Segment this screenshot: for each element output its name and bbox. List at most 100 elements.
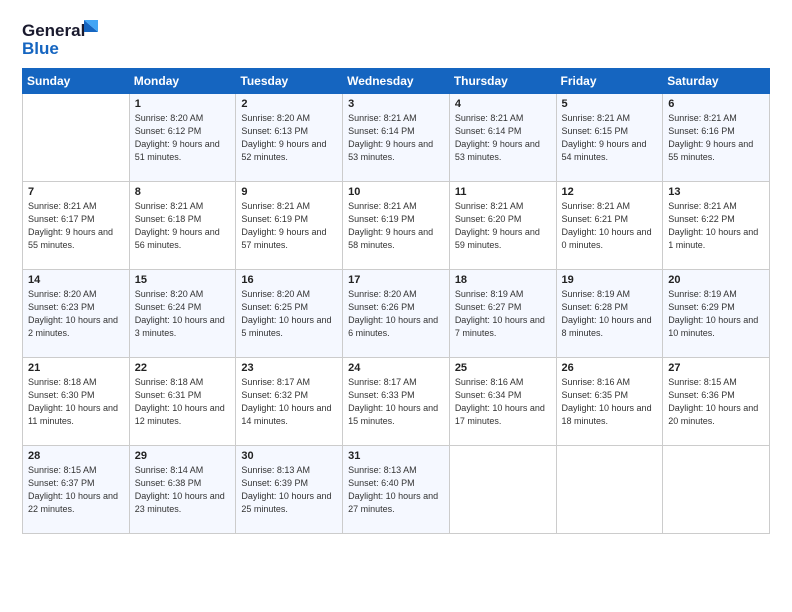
- day-number: 3: [348, 98, 444, 110]
- day-cell: 9Sunrise: 8:21 AM Sunset: 6:19 PM Daylig…: [236, 182, 343, 270]
- day-info: Sunrise: 8:21 AM Sunset: 6:20 PM Dayligh…: [455, 200, 551, 252]
- day-cell: 5 Sunrise: 8:21 AM Sunset: 6:15 PM Daylig…: [556, 94, 663, 182]
- day-info: Sunrise: 8:14 AM Sunset: 6:38 PM Dayligh…: [135, 464, 231, 516]
- day-info: Sunrise: 8:19 AM Sunset: 6:29 PM Dayligh…: [668, 288, 764, 340]
- day-number: 21: [28, 362, 124, 374]
- day-number: 1: [135, 98, 231, 110]
- day-number: 15: [135, 274, 231, 286]
- day-number: 8: [135, 186, 231, 198]
- day-info: Sunrise: 8:19 AM Sunset: 6:28 PM Dayligh…: [562, 288, 658, 340]
- day-cell: [663, 446, 770, 534]
- day-number: 11: [455, 186, 551, 198]
- header-cell-wednesday: Wednesday: [343, 69, 450, 94]
- day-cell: 4 Sunrise: 8:21 AM Sunset: 6:14 PM Daylig…: [449, 94, 556, 182]
- header-cell-monday: Monday: [129, 69, 236, 94]
- day-cell: 11 Sunrise: 8:21 AM Sunset: 6:20 PM Dayli…: [449, 182, 556, 270]
- day-info: Sunrise: 8:21 AM Sunset: 6:15 PM Dayligh…: [562, 112, 658, 164]
- day-info: Sunrise: 8:19 AM Sunset: 6:27 PM Dayligh…: [455, 288, 551, 340]
- day-number: 6: [668, 98, 764, 110]
- day-info: Sunrise: 8:13 AM Sunset: 6:40 PM Dayligh…: [348, 464, 444, 516]
- day-cell: 7Sunrise: 8:21 AM Sunset: 6:17 PM Daylig…: [23, 182, 130, 270]
- svg-text:Blue: Blue: [22, 39, 59, 58]
- day-number: 13: [668, 186, 764, 198]
- day-cell: 23 Sunrise: 8:17 AM Sunset: 6:32 PM Dayli…: [236, 358, 343, 446]
- day-cell: 10Sunrise: 8:21 AM Sunset: 6:19 PM Dayli…: [343, 182, 450, 270]
- day-cell: 21 Sunrise: 8:18 AM Sunset: 6:30 PM Dayli…: [23, 358, 130, 446]
- header-cell-thursday: Thursday: [449, 69, 556, 94]
- day-number: 30: [241, 450, 337, 462]
- day-number: 14: [28, 274, 124, 286]
- day-cell: 24 Sunrise: 8:17 AM Sunset: 6:33 PM Dayli…: [343, 358, 450, 446]
- day-info: Sunrise: 8:21 AM Sunset: 6:16 PM Dayligh…: [668, 112, 764, 164]
- day-info: Sunrise: 8:17 AM Sunset: 6:33 PM Dayligh…: [348, 376, 444, 428]
- header-cell-tuesday: Tuesday: [236, 69, 343, 94]
- day-cell: 20 Sunrise: 8:19 AM Sunset: 6:29 PM Dayli…: [663, 270, 770, 358]
- day-cell: 26Sunrise: 8:16 AM Sunset: 6:35 PM Dayli…: [556, 358, 663, 446]
- day-cell: 14Sunrise: 8:20 AM Sunset: 6:23 PM Dayli…: [23, 270, 130, 358]
- day-number: 28: [28, 450, 124, 462]
- logo: GeneralBlue: [22, 18, 102, 58]
- day-cell: [556, 446, 663, 534]
- day-number: 19: [562, 274, 658, 286]
- day-number: 20: [668, 274, 764, 286]
- day-info: Sunrise: 8:15 AM Sunset: 6:37 PM Dayligh…: [28, 464, 124, 516]
- day-number: 16: [241, 274, 337, 286]
- day-cell: 13 Sunrise: 8:21 AM Sunset: 6:22 PM Dayli…: [663, 182, 770, 270]
- day-info: Sunrise: 8:20 AM Sunset: 6:26 PM Dayligh…: [348, 288, 444, 340]
- day-cell: 17Sunrise: 8:20 AM Sunset: 6:26 PM Dayli…: [343, 270, 450, 358]
- day-cell: 2 Sunrise: 8:20 AM Sunset: 6:13 PM Daylig…: [236, 94, 343, 182]
- day-number: 4: [455, 98, 551, 110]
- day-number: 18: [455, 274, 551, 286]
- day-cell: 30 Sunrise: 8:13 AM Sunset: 6:39 PM Dayli…: [236, 446, 343, 534]
- day-info: Sunrise: 8:21 AM Sunset: 6:14 PM Dayligh…: [455, 112, 551, 164]
- day-number: 24: [348, 362, 444, 374]
- day-cell: 31 Sunrise: 8:13 AM Sunset: 6:40 PM Dayli…: [343, 446, 450, 534]
- calendar-table: SundayMondayTuesdayWednesdayThursdayFrid…: [22, 68, 770, 534]
- header-cell-saturday: Saturday: [663, 69, 770, 94]
- day-info: Sunrise: 8:20 AM Sunset: 6:12 PM Dayligh…: [135, 112, 231, 164]
- day-info: Sunrise: 8:21 AM Sunset: 6:19 PM Dayligh…: [241, 200, 337, 252]
- day-info: Sunrise: 8:21 AM Sunset: 6:14 PM Dayligh…: [348, 112, 444, 164]
- day-cell: 16Sunrise: 8:20 AM Sunset: 6:25 PM Dayli…: [236, 270, 343, 358]
- day-number: 25: [455, 362, 551, 374]
- day-cell: 19 Sunrise: 8:19 AM Sunset: 6:28 PM Dayli…: [556, 270, 663, 358]
- day-number: 31: [348, 450, 444, 462]
- header-row: SundayMondayTuesdayWednesdayThursdayFrid…: [23, 69, 770, 94]
- day-info: Sunrise: 8:20 AM Sunset: 6:13 PM Dayligh…: [241, 112, 337, 164]
- day-cell: [449, 446, 556, 534]
- header-cell-friday: Friday: [556, 69, 663, 94]
- week-row-3: 21 Sunrise: 8:18 AM Sunset: 6:30 PM Dayli…: [23, 358, 770, 446]
- day-info: Sunrise: 8:17 AM Sunset: 6:32 PM Dayligh…: [241, 376, 337, 428]
- day-number: 2: [241, 98, 337, 110]
- page: GeneralBlue SundayMondayTuesdayWednesday…: [0, 0, 792, 612]
- day-info: Sunrise: 8:13 AM Sunset: 6:39 PM Dayligh…: [241, 464, 337, 516]
- day-number: 22: [135, 362, 231, 374]
- day-number: 23: [241, 362, 337, 374]
- day-cell: 25 Sunrise: 8:16 AM Sunset: 6:34 PM Dayli…: [449, 358, 556, 446]
- day-cell: 15 Sunrise: 8:20 AM Sunset: 6:24 PM Dayli…: [129, 270, 236, 358]
- week-row-2: 14Sunrise: 8:20 AM Sunset: 6:23 PM Dayli…: [23, 270, 770, 358]
- day-cell: 18 Sunrise: 8:19 AM Sunset: 6:27 PM Dayli…: [449, 270, 556, 358]
- day-number: 5: [562, 98, 658, 110]
- day-cell: 27Sunrise: 8:15 AM Sunset: 6:36 PM Dayli…: [663, 358, 770, 446]
- svg-text:General: General: [22, 21, 85, 40]
- day-cell: 29 Sunrise: 8:14 AM Sunset: 6:38 PM Dayli…: [129, 446, 236, 534]
- day-info: Sunrise: 8:20 AM Sunset: 6:24 PM Dayligh…: [135, 288, 231, 340]
- day-number: 29: [135, 450, 231, 462]
- day-info: Sunrise: 8:21 AM Sunset: 6:22 PM Dayligh…: [668, 200, 764, 252]
- day-number: 12: [562, 186, 658, 198]
- day-number: 10: [348, 186, 444, 198]
- day-cell: 22Sunrise: 8:18 AM Sunset: 6:31 PM Dayli…: [129, 358, 236, 446]
- day-cell: 28 Sunrise: 8:15 AM Sunset: 6:37 PM Dayli…: [23, 446, 130, 534]
- day-info: Sunrise: 8:18 AM Sunset: 6:30 PM Dayligh…: [28, 376, 124, 428]
- day-cell: 3 Sunrise: 8:21 AM Sunset: 6:14 PM Daylig…: [343, 94, 450, 182]
- day-info: Sunrise: 8:21 AM Sunset: 6:18 PM Dayligh…: [135, 200, 231, 252]
- day-number: 27: [668, 362, 764, 374]
- header-cell-sunday: Sunday: [23, 69, 130, 94]
- week-row-0: 1 Sunrise: 8:20 AM Sunset: 6:12 PM Daylig…: [23, 94, 770, 182]
- day-info: Sunrise: 8:16 AM Sunset: 6:35 PM Dayligh…: [562, 376, 658, 428]
- day-cell: 12Sunrise: 8:21 AM Sunset: 6:21 PM Dayli…: [556, 182, 663, 270]
- day-cell: 6 Sunrise: 8:21 AM Sunset: 6:16 PM Daylig…: [663, 94, 770, 182]
- day-info: Sunrise: 8:16 AM Sunset: 6:34 PM Dayligh…: [455, 376, 551, 428]
- day-number: 7: [28, 186, 124, 198]
